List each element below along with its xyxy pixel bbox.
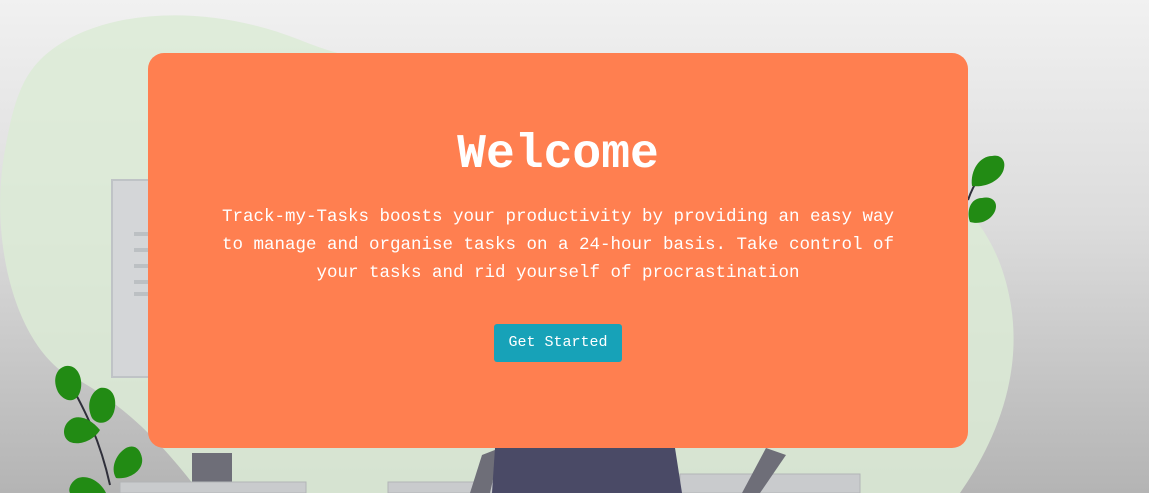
page-title: Welcome xyxy=(457,128,659,182)
leaf-sprig-icon xyxy=(967,155,1005,223)
intro-description: Track-my-Tasks boosts your productivity … xyxy=(221,207,895,283)
welcome-card: Welcome Track-my-Tasks boosts your produ… xyxy=(148,53,968,448)
get-started-button[interactable]: Get Started xyxy=(494,324,622,362)
